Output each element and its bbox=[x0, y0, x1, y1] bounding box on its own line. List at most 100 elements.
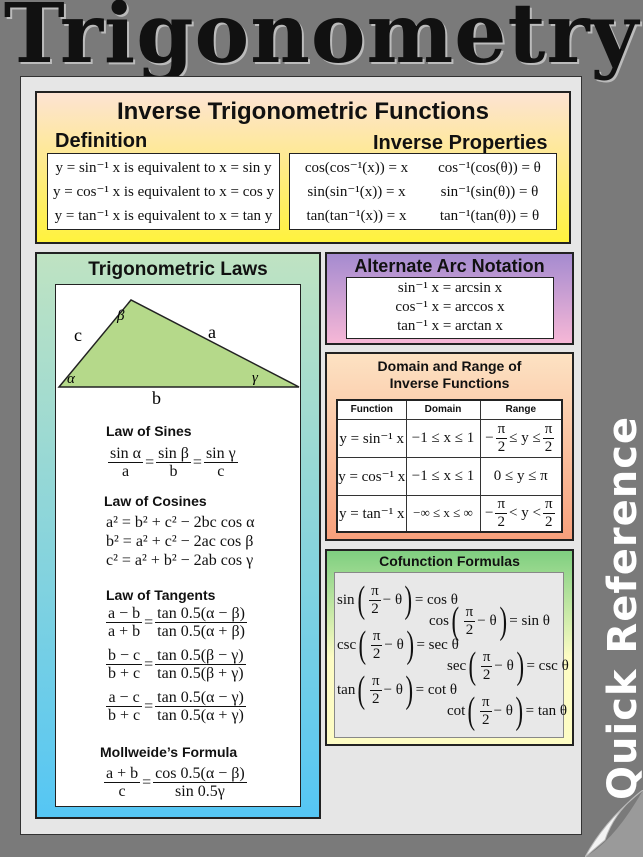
tangent-formula: a − cb + c = tan 0.5(α − γ) tan 0.5(α + γ… bbox=[104, 689, 248, 724]
domain-range-section: Domain and Range of Inverse Functions Fu… bbox=[325, 352, 574, 541]
fraction: a − ba + b bbox=[106, 605, 143, 640]
formula-text: = tan θ bbox=[525, 702, 568, 719]
numerator: π bbox=[463, 603, 476, 622]
arc-line: tan⁻¹ x = arctan x bbox=[397, 318, 503, 334]
denominator: c bbox=[217, 463, 225, 480]
arc-line: cos⁻¹ x = arccos x bbox=[395, 299, 505, 315]
denominator: 2 bbox=[372, 690, 380, 707]
property: sin(sin⁻¹(x)) = x bbox=[307, 184, 406, 200]
denominator: 2 bbox=[497, 438, 506, 455]
cosine-formula: a² = b² + c² − 2bc cos α bbox=[106, 514, 255, 531]
triangle-diagram: c β a α γ b bbox=[57, 299, 300, 405]
right-paren: ) bbox=[499, 600, 507, 642]
properties-box: cos(cos⁻¹(x)) = x cos⁻¹(cos(θ)) = θ sin(s… bbox=[289, 153, 557, 230]
side-c-label: c bbox=[74, 325, 82, 345]
section-title: Alternate Arc Notation bbox=[354, 256, 545, 276]
denominator: b bbox=[169, 463, 178, 480]
denominator: b + c bbox=[108, 665, 141, 682]
numerator: a − c bbox=[106, 689, 142, 707]
property: cos(cos⁻¹(x)) = x bbox=[304, 160, 409, 176]
fraction: cos 0.5(α − β) sin 0.5γ bbox=[153, 765, 247, 800]
cofunction-formula: sec (π 2 − θ ) = csc θ bbox=[447, 647, 569, 685]
formula-text: = sin θ bbox=[509, 612, 550, 629]
fraction: π2 bbox=[369, 583, 381, 618]
denominator: 2 bbox=[544, 438, 553, 455]
side-b-label: b bbox=[152, 388, 161, 405]
page-curl bbox=[585, 790, 643, 857]
formula-text: − θ bbox=[384, 636, 404, 653]
formula-text: tan bbox=[337, 681, 356, 698]
denominator: tan 0.5(α + γ) bbox=[157, 707, 244, 724]
fraction: π2 bbox=[370, 627, 383, 663]
formula-text: − θ bbox=[493, 702, 513, 719]
fraction: tan 0.5(α − β) tan 0.5(α + β) bbox=[155, 605, 247, 640]
property: tan(tan⁻¹(x)) = x bbox=[306, 208, 407, 224]
definition-box: y = sin⁻¹ x is equivalent to x = sin y y… bbox=[47, 153, 280, 230]
numerator: a − b bbox=[106, 605, 143, 623]
numerator: π bbox=[495, 495, 508, 514]
formula-text: − θ bbox=[382, 591, 403, 608]
numerator: π bbox=[542, 420, 555, 439]
fraction: sin γc bbox=[203, 445, 238, 480]
numerator: π bbox=[369, 582, 381, 601]
section-title-line-2: Inverse Functions bbox=[389, 375, 510, 391]
law-of-sines-formula: sin αa = sin βb = sin γc bbox=[106, 445, 240, 480]
denominator: 2 bbox=[544, 513, 553, 530]
formula-text: sin bbox=[337, 591, 355, 608]
domain-range-table: Function Domain Range y = sin⁻¹ x −1 ≤ x… bbox=[336, 399, 563, 533]
parenthesized-group: (π 2 − θ ) bbox=[356, 626, 416, 664]
denominator: a + b bbox=[108, 623, 141, 640]
function-cell: y = cos⁻¹ x bbox=[336, 456, 407, 496]
numerator: a + b bbox=[104, 765, 141, 783]
formula-text: = bbox=[144, 613, 154, 631]
cofunction-section: Cofunction Formulas sin (π 2 − θ ) = cos … bbox=[325, 549, 574, 746]
numerator: b − c bbox=[106, 647, 143, 665]
denominator: 2 bbox=[372, 645, 381, 662]
side-a-label: a bbox=[208, 322, 216, 342]
arc-line: sin⁻¹ x = arcsin x bbox=[397, 280, 503, 296]
numerator: tan 0.5(α − β) bbox=[155, 605, 247, 623]
table-header-row: Function Domain Range bbox=[336, 399, 563, 420]
formula-text: = bbox=[142, 773, 152, 791]
denominator: sin 0.5γ bbox=[175, 783, 225, 800]
range-cell: − π2 ≤ y ≤ π2 bbox=[479, 418, 563, 458]
table-row: y = sin⁻¹ x −1 ≤ x ≤ 1 − π2 ≤ y ≤ π2 bbox=[336, 418, 563, 458]
fraction: sin αa bbox=[108, 445, 144, 480]
denominator: b + c bbox=[108, 707, 141, 724]
denominator: 2 bbox=[482, 711, 490, 728]
numerator: cos 0.5(α − β) bbox=[153, 765, 247, 783]
parenthesized-group: (π 2 − θ ) bbox=[355, 671, 415, 709]
numerator: π bbox=[369, 672, 382, 691]
section-title-line-1: Domain and Range of bbox=[377, 358, 522, 374]
numerator: π bbox=[480, 648, 493, 667]
denominator: tan 0.5(α + β) bbox=[157, 623, 245, 640]
right-paren: ) bbox=[516, 645, 524, 687]
tangent-formula: b − cb + c = tan 0.5(β − γ) tan 0.5(β + γ… bbox=[104, 647, 248, 682]
definition-heading: Definition bbox=[55, 130, 148, 152]
fraction: π2 bbox=[480, 648, 493, 684]
formula-text: − bbox=[485, 429, 494, 446]
right-paren: ) bbox=[406, 624, 414, 666]
alpha-label: α bbox=[67, 371, 76, 387]
numerator: π bbox=[479, 693, 492, 712]
cosine-formula: c² = a² + b² − 2ab cos γ bbox=[106, 552, 254, 569]
cofunction-formula: csc (π 2 − θ ) = sec θ bbox=[337, 626, 459, 664]
trig-laws-section: Trigonometric Laws c β a α γ b Law of Si… bbox=[35, 252, 321, 819]
right-paren: ) bbox=[405, 669, 414, 711]
law-of-tangents-heading: Law of Tangents bbox=[106, 587, 216, 603]
cosine-formula: b² = a² + c² − 2ac cos β bbox=[106, 533, 254, 550]
beta-label: β bbox=[116, 308, 125, 324]
left-paren: ( bbox=[358, 624, 367, 666]
definition-line: y = sin⁻¹ x is equivalent to x = sin y bbox=[55, 160, 272, 176]
left-paren: ( bbox=[357, 669, 366, 711]
left-paren: ( bbox=[357, 579, 365, 621]
range-cell: 0 ≤ y ≤ π bbox=[479, 456, 563, 496]
formula-text: 0 ≤ y ≤ π bbox=[493, 467, 548, 484]
fraction: π2 bbox=[463, 603, 476, 639]
numerator: π bbox=[370, 627, 383, 646]
right-paren: ) bbox=[515, 690, 524, 732]
section-title: Cofunction Formulas bbox=[379, 553, 520, 569]
cofunction-formula: tan (π 2 − θ ) = cot θ bbox=[337, 671, 457, 709]
property: cos⁻¹(cos(θ)) = θ bbox=[438, 160, 541, 176]
triangle bbox=[57, 299, 300, 388]
